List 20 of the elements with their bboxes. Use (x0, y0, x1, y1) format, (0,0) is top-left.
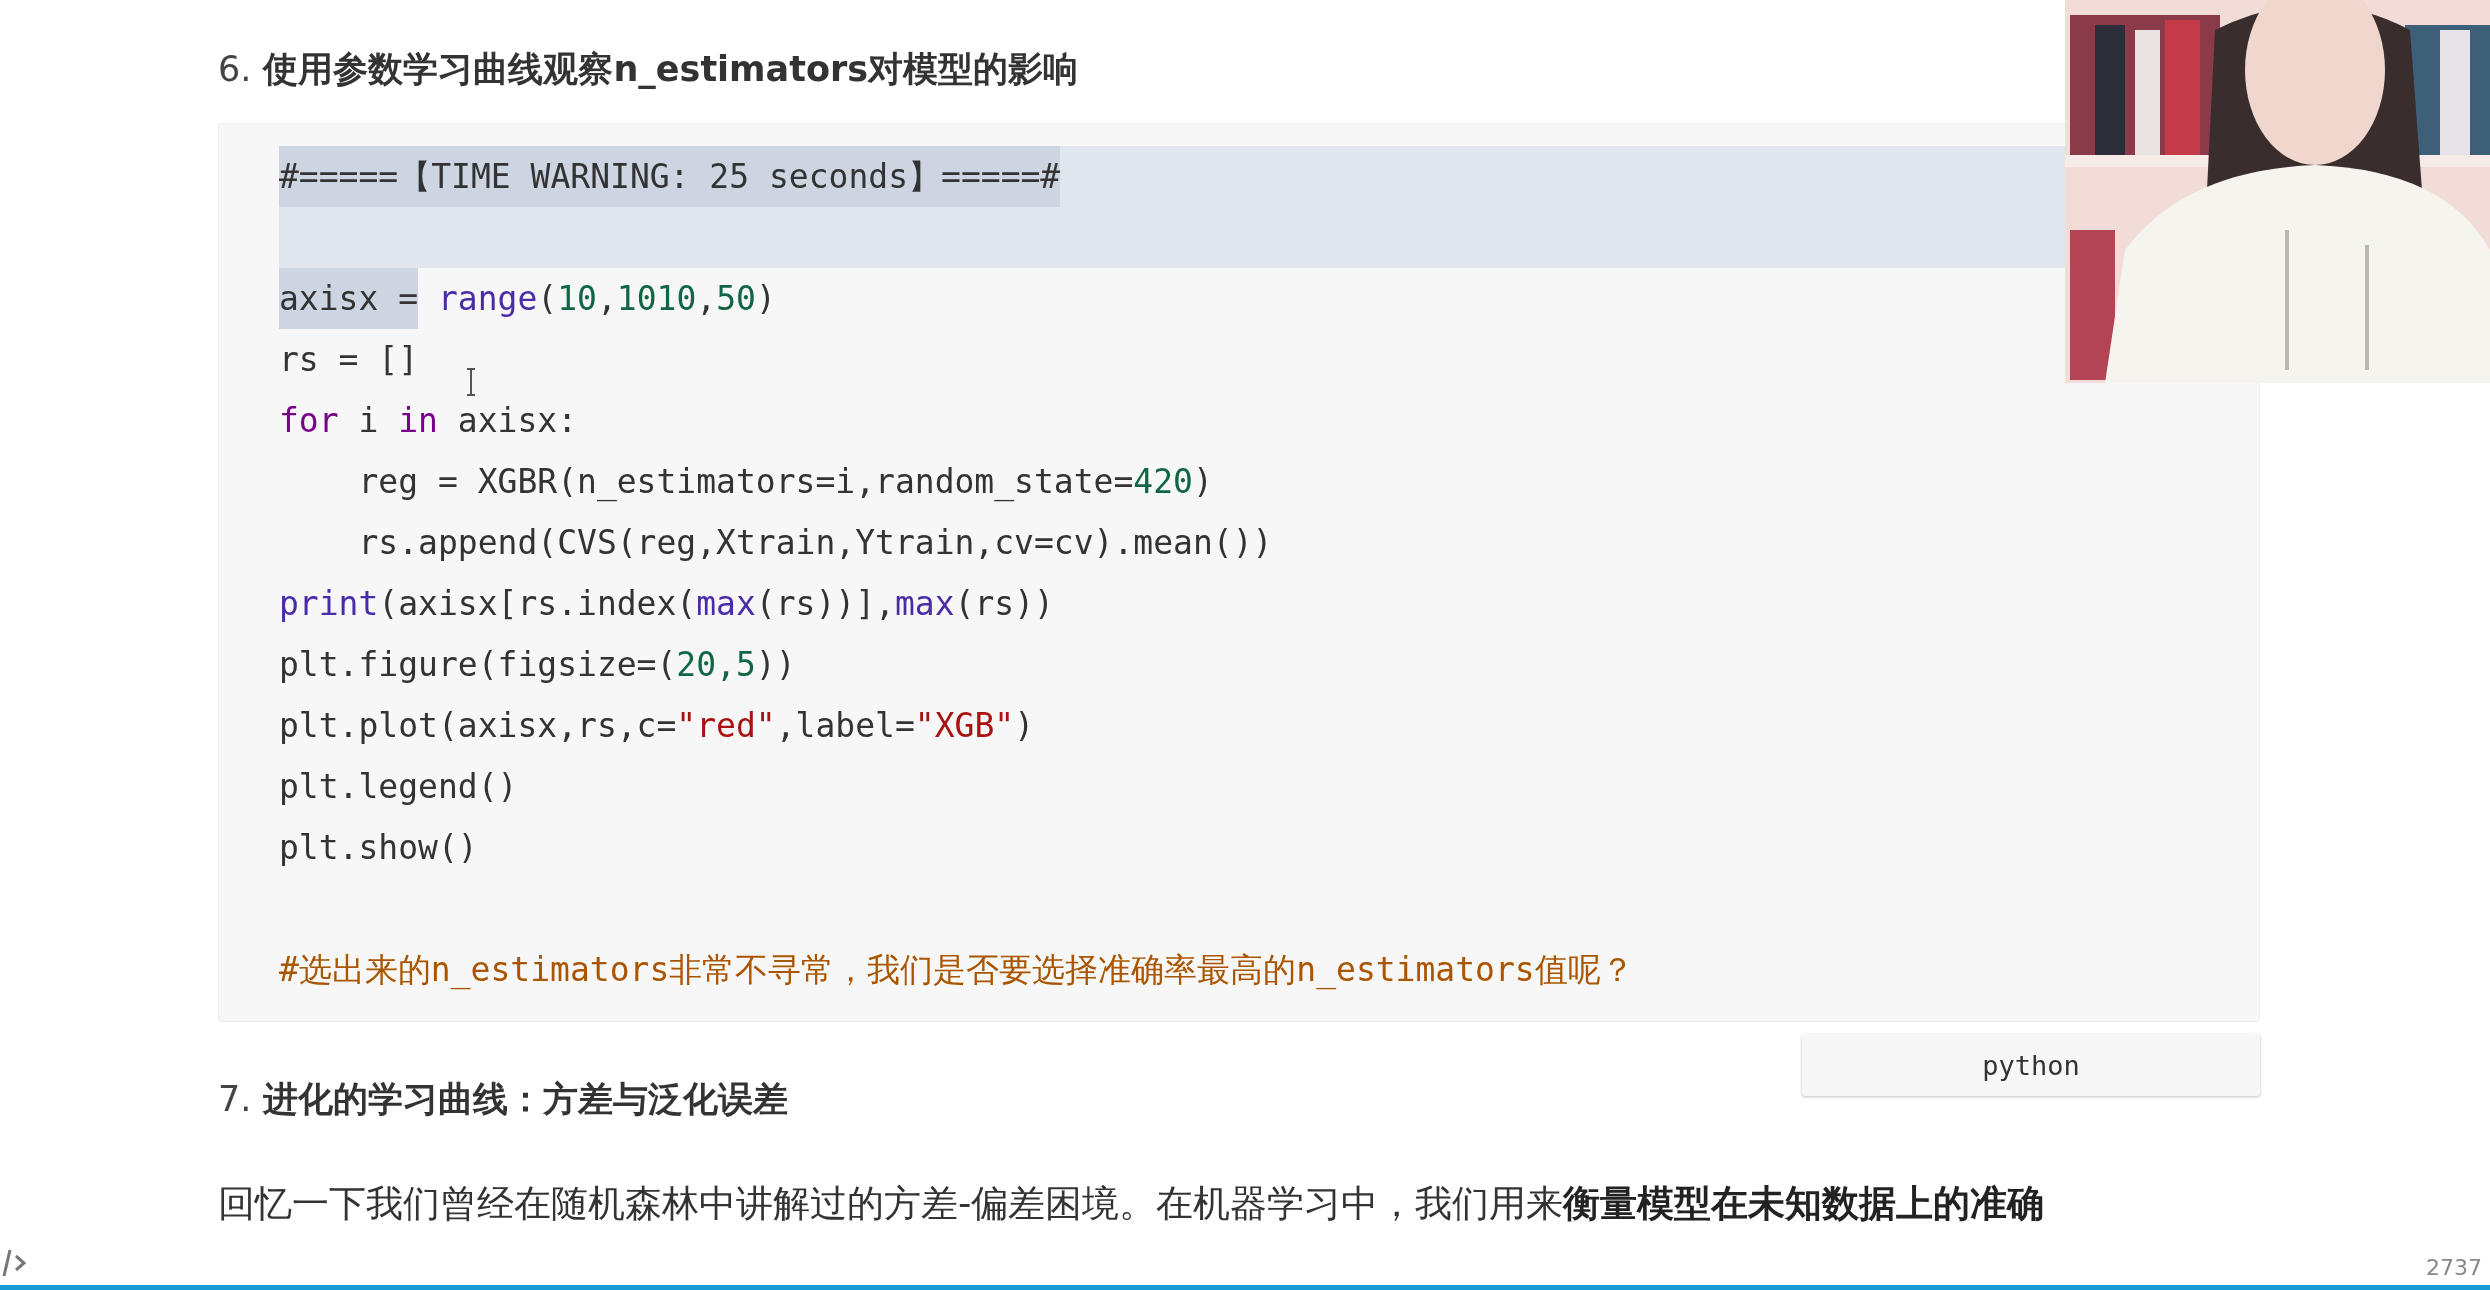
code-line: plt.plot(axisx,rs,c="red",label="XGB") (279, 705, 1034, 747)
code-line: for i in axisx: (279, 400, 578, 442)
code-line: reg = XGBR(n_estimators=i,random_state=420) (357, 461, 1213, 504)
code-line: #选出来的n_estimators非常不寻常，我们是否要选择准确率最高的n_estimators值呢？ (279, 949, 1634, 992)
paragraph: 回忆一下我们曾经在随机森林中讲解过的方差-偏差困境。在机器学习中，我们用来衡量模型在未知数据上的准确 (218, 1181, 2046, 1227)
text-cursor-icon (465, 368, 477, 396)
word-count: 2737 (2426, 1255, 2482, 1280)
code-line: plt.show() (279, 827, 478, 869)
section-heading: 进化的学习曲线：方差与泛化误差 (263, 1078, 789, 1121)
section-heading: 使用参数学习曲线观察n_estimators对模型的影响 (263, 48, 1079, 91)
code-line: plt.legend() (279, 766, 518, 808)
code-line: rs = [] (279, 339, 419, 381)
heading-number: 7. (218, 1079, 252, 1119)
heading-number: 6. (218, 49, 252, 89)
code-line: rs.append(CVS(reg,Xtrain,Ytrain,cv=cv).mean()) (357, 522, 1273, 564)
source-code-icon[interactable] (2, 1248, 26, 1278)
code-line: axisx = range(10,1010,50) (279, 268, 776, 329)
language-label[interactable]: python (1802, 1034, 2260, 1096)
code-line: plt.figure(figsize=(20,5)) (279, 644, 796, 686)
code-line: print(axisx[rs.index(max(rs))],max(rs)) (279, 583, 1054, 625)
